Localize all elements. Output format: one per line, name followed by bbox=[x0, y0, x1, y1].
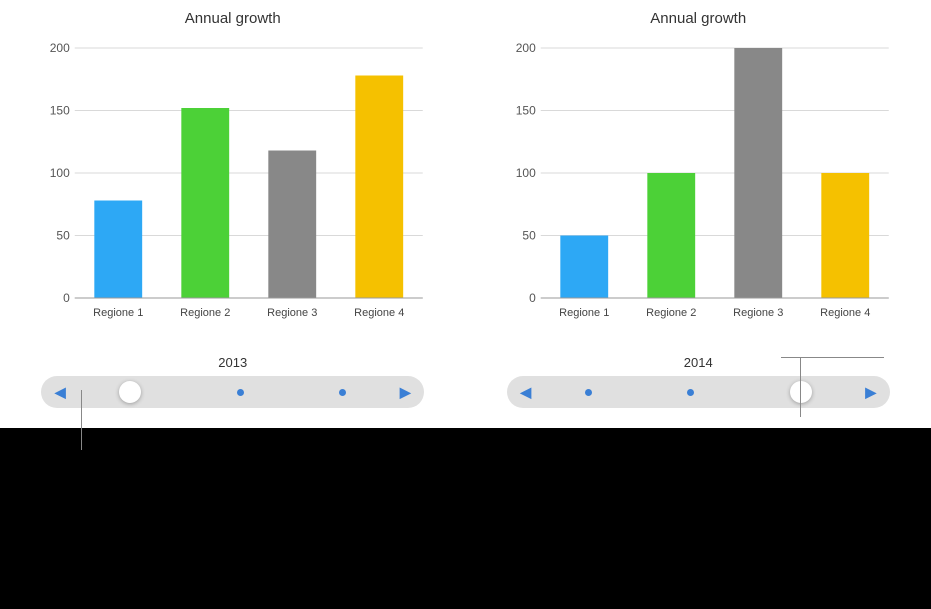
scrubber-1[interactable]: ◀▶ bbox=[41, 376, 424, 408]
bar-2-3 bbox=[734, 48, 782, 298]
scrubber-track-2 bbox=[537, 376, 860, 408]
bar-2-1 bbox=[560, 236, 608, 299]
scrubber-2[interactable]: ◀▶ bbox=[507, 376, 890, 408]
svg-text:200: 200 bbox=[50, 41, 70, 55]
svg-text:Regione 3: Regione 3 bbox=[733, 307, 783, 319]
bar-1-1 bbox=[94, 201, 142, 299]
svg-text:Regione 3: Regione 3 bbox=[267, 307, 317, 319]
svg-text:150: 150 bbox=[50, 104, 70, 118]
scrubber-left-btn-2[interactable]: ◀ bbox=[515, 381, 537, 403]
chart-panel-2: Annual growth 0 50 100 150 200 Regione 1 Region… bbox=[466, 0, 931, 428]
scrubber-dot-2-1 bbox=[585, 389, 592, 396]
bar-chart-2: 0 50 100 150 200 Regione 1 Regione 2 Regione 3 R… bbox=[486, 33, 912, 353]
svg-text:50: 50 bbox=[522, 229, 536, 243]
svg-text:Regione 1: Regione 1 bbox=[559, 307, 609, 319]
scrubber-thumb-1[interactable] bbox=[119, 381, 141, 403]
annotation-line-2 bbox=[800, 357, 801, 417]
scrubber-dot-2-2 bbox=[687, 389, 694, 396]
svg-text:Regione 2: Regione 2 bbox=[646, 307, 696, 319]
bar-2-4 bbox=[821, 173, 869, 298]
annotation-hline-2 bbox=[781, 357, 884, 358]
chart-year-2: 2014 bbox=[684, 355, 713, 370]
scrubber-left-btn-1[interactable]: ◀ bbox=[49, 381, 71, 403]
svg-text:Regione 1: Regione 1 bbox=[93, 307, 143, 319]
charts-container: Annual growth 0 50 100 150 200 Regione 1 Region… bbox=[0, 0, 931, 428]
annotation-line-1 bbox=[81, 390, 82, 450]
scrubber-track-1 bbox=[71, 376, 394, 408]
svg-text:200: 200 bbox=[515, 41, 535, 55]
chart-title-1: Annual growth bbox=[185, 10, 281, 27]
bar-1-4 bbox=[355, 76, 403, 299]
svg-text:100: 100 bbox=[515, 166, 535, 180]
bar-2-2 bbox=[647, 173, 695, 298]
svg-text:0: 0 bbox=[63, 291, 70, 305]
chart-panel-1: Annual growth 0 50 100 150 200 Regione 1 Region… bbox=[0, 0, 466, 428]
svg-text:Regione 4: Regione 4 bbox=[820, 307, 870, 319]
svg-text:50: 50 bbox=[56, 229, 70, 243]
scrubber-dot-1-1 bbox=[237, 389, 244, 396]
scrubber-right-btn-1[interactable]: ▶ bbox=[394, 381, 416, 403]
svg-text:Regione 4: Regione 4 bbox=[354, 307, 404, 319]
bar-1-2 bbox=[181, 108, 229, 298]
svg-text:Regione 2: Regione 2 bbox=[180, 307, 230, 319]
scrubber-dot-1-2 bbox=[339, 389, 346, 396]
bar-1-3 bbox=[268, 151, 316, 299]
chart-title-2: Annual growth bbox=[650, 10, 746, 27]
scrubber-right-btn-2[interactable]: ▶ bbox=[860, 381, 882, 403]
svg-text:0: 0 bbox=[529, 291, 536, 305]
svg-text:100: 100 bbox=[50, 166, 70, 180]
chart-year-1: 2013 bbox=[218, 355, 247, 370]
bar-chart-1: 0 50 100 150 200 Regione 1 Regione 2 Regione 3 R… bbox=[20, 33, 446, 353]
svg-text:150: 150 bbox=[515, 104, 535, 118]
